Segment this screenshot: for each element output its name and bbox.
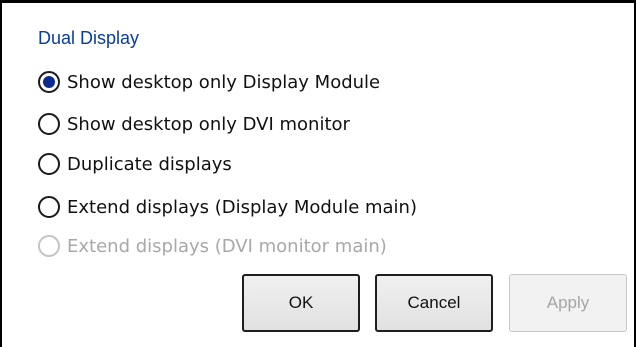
dual-display-dialog: Dual Display Show desktop only Display M… bbox=[0, 0, 636, 347]
option-label: Show desktop only Display Module bbox=[67, 71, 381, 93]
option-label: Extend displays (DVI monitor main) bbox=[67, 235, 387, 257]
radio-unselected-icon[interactable] bbox=[38, 113, 60, 135]
ok-button[interactable]: OK bbox=[242, 274, 360, 332]
option-extend-dvi-monitor-main: Extend displays (DVI monitor main) bbox=[38, 231, 387, 261]
option-show-desktop-display-module[interactable]: Show desktop only Display Module bbox=[38, 67, 380, 97]
option-label: Show desktop only DVI monitor bbox=[67, 113, 350, 135]
radio-selected-icon[interactable] bbox=[38, 71, 60, 93]
apply-button: Apply bbox=[509, 274, 627, 332]
radio-unselected-icon[interactable] bbox=[38, 196, 60, 218]
radio-disabled-icon bbox=[38, 235, 60, 257]
option-label: Duplicate displays bbox=[67, 153, 232, 175]
group-title: Dual Display bbox=[38, 28, 140, 48]
cancel-button[interactable]: Cancel bbox=[375, 274, 493, 332]
radio-unselected-icon[interactable] bbox=[38, 153, 60, 175]
option-label: Extend displays (Display Module main) bbox=[67, 196, 417, 218]
option-extend-display-module-main[interactable]: Extend displays (Display Module main) bbox=[38, 192, 417, 222]
option-duplicate-displays[interactable]: Duplicate displays bbox=[38, 149, 232, 179]
option-show-desktop-dvi-monitor[interactable]: Show desktop only DVI monitor bbox=[38, 109, 350, 139]
